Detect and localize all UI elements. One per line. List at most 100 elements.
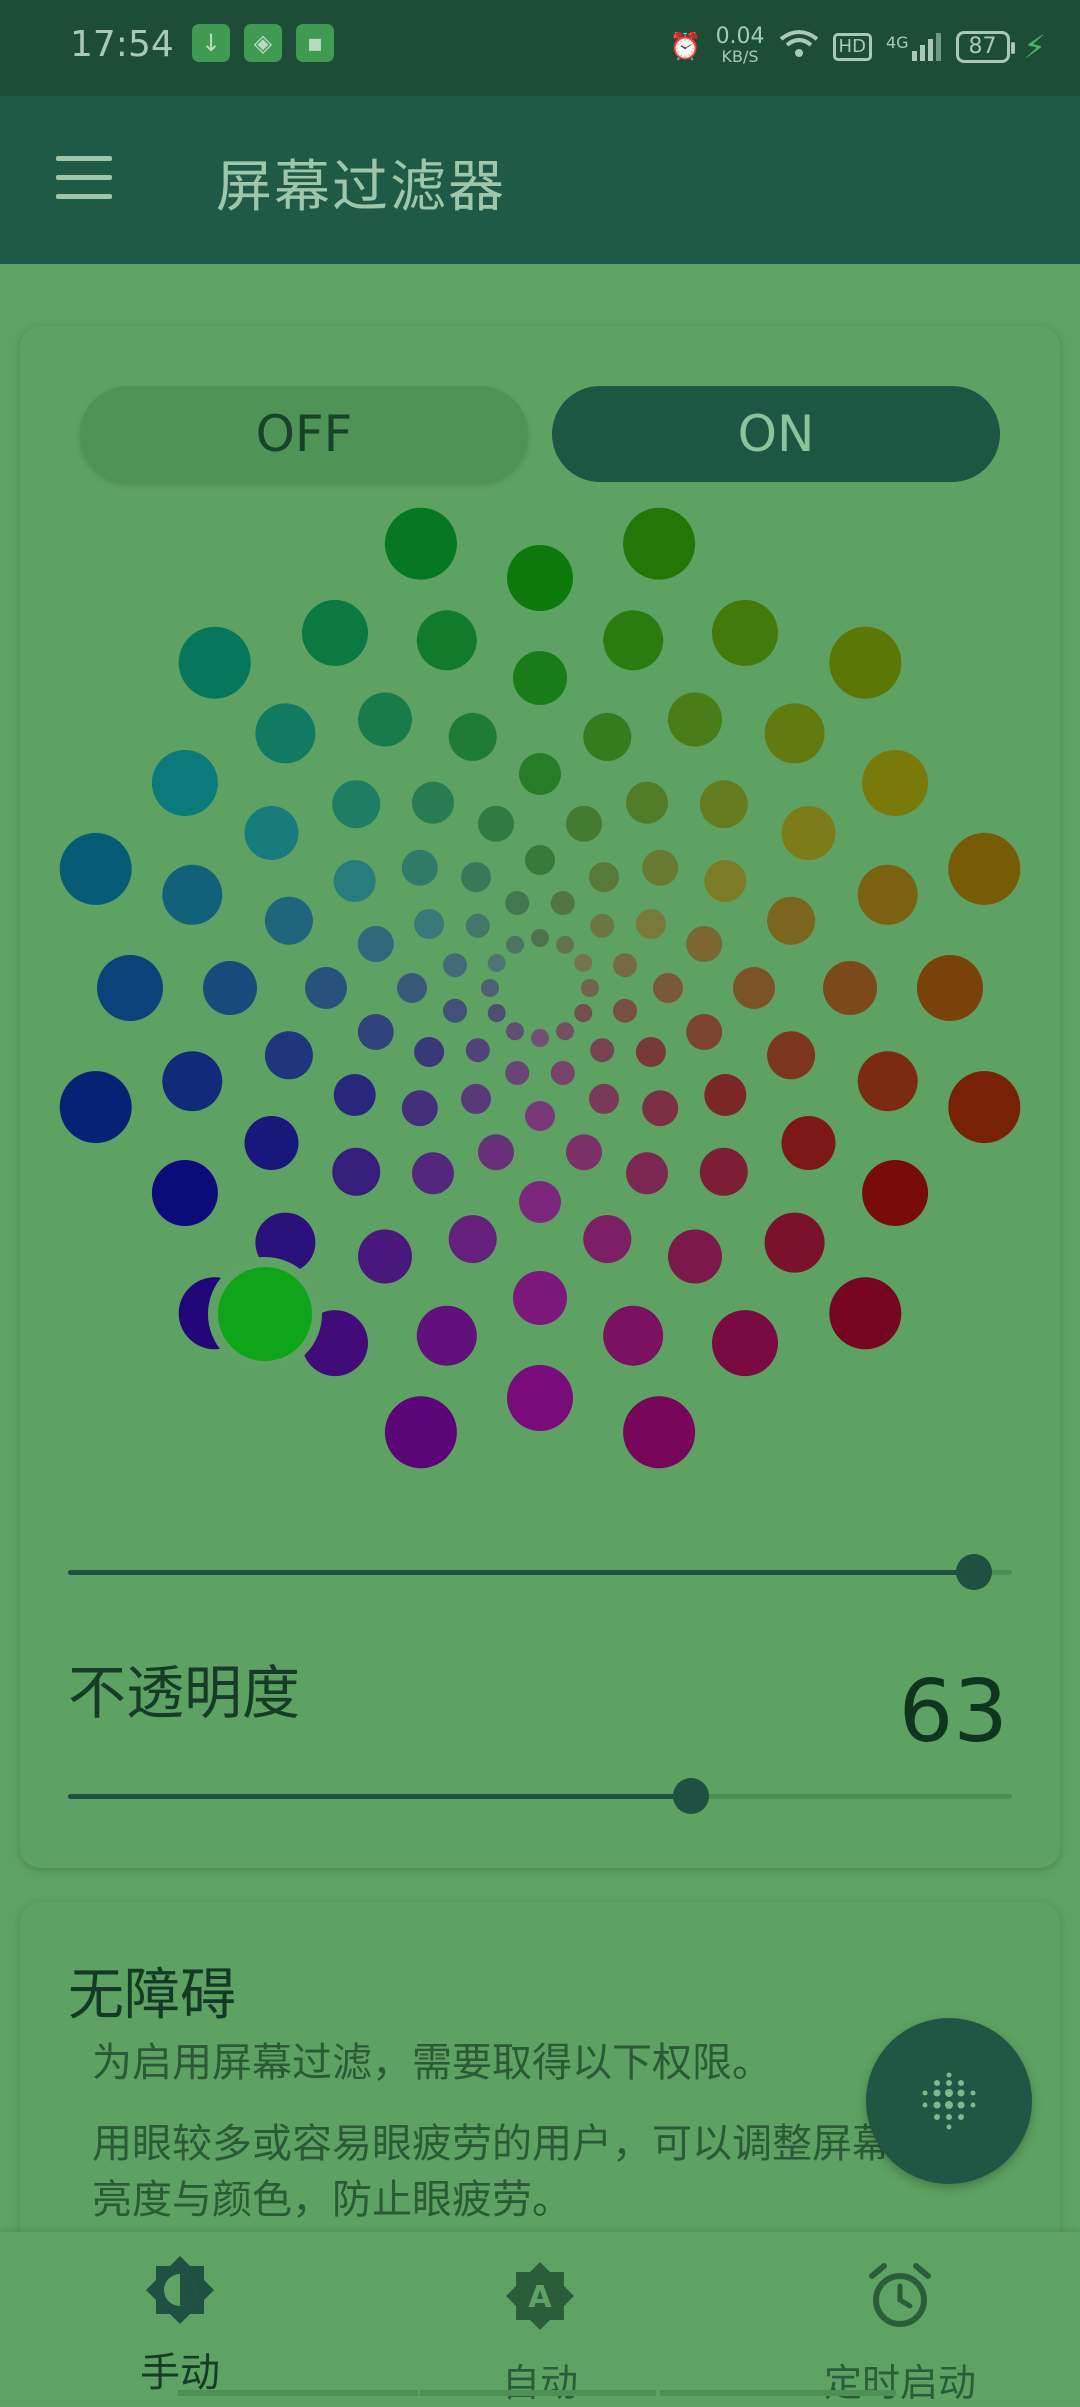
color-swatch[interactable] — [626, 1152, 668, 1195]
color-swatch[interactable] — [613, 998, 637, 1023]
color-swatch[interactable] — [333, 1074, 376, 1116]
color-swatch[interactable] — [332, 1147, 381, 1196]
selected-color-swatch[interactable] — [208, 1257, 322, 1371]
color-swatch[interactable] — [603, 610, 664, 671]
color-swatch[interactable] — [478, 1134, 514, 1171]
color-swatch[interactable] — [357, 1014, 394, 1050]
color-swatch[interactable] — [461, 1083, 491, 1114]
color-swatch[interactable] — [642, 849, 679, 886]
color-swatch[interactable] — [733, 967, 775, 1009]
color-swatch[interactable] — [764, 703, 825, 764]
color-swatch[interactable] — [513, 1271, 567, 1325]
nav-scheduled[interactable]: 定时启动 — [720, 2232, 1080, 2405]
color-swatch[interactable] — [333, 860, 376, 902]
color-wheel[interactable] — [20, 486, 1060, 1496]
color-swatch[interactable] — [566, 805, 602, 842]
color-swatch[interactable] — [384, 507, 457, 580]
color-swatch[interactable] — [302, 599, 368, 666]
color-swatch[interactable] — [203, 961, 257, 1015]
color-swatch[interactable] — [862, 1160, 929, 1226]
color-swatch[interactable] — [613, 953, 637, 978]
color-swatch[interactable] — [506, 935, 524, 954]
color-swatch[interactable] — [829, 1277, 902, 1350]
color-swatch[interactable] — [59, 1071, 132, 1144]
color-swatch[interactable] — [635, 1037, 666, 1067]
color-swatch[interactable] — [712, 1310, 778, 1377]
color-swatch[interactable] — [519, 1181, 561, 1223]
color-swatch[interactable] — [332, 780, 381, 829]
color-swatch[interactable] — [506, 1022, 524, 1041]
color-slider-thumb[interactable] — [956, 1554, 993, 1590]
color-swatch[interactable] — [384, 1396, 457, 1469]
color-swatch[interactable] — [448, 1215, 497, 1264]
color-swatch[interactable] — [781, 1116, 836, 1170]
color-swatch[interactable] — [513, 651, 567, 705]
color-swatch[interactable] — [487, 954, 506, 972]
color-swatch[interactable] — [948, 1071, 1021, 1144]
color-swatch[interactable] — [461, 862, 491, 893]
color-swatch[interactable] — [862, 750, 929, 816]
color-swatch[interactable] — [589, 1083, 619, 1114]
color-swatch[interactable] — [712, 599, 778, 666]
color-swatch[interactable] — [416, 610, 477, 671]
color-slider[interactable] — [68, 1552, 1012, 1592]
color-swatch[interactable] — [358, 1229, 412, 1284]
color-swatch[interactable] — [478, 805, 514, 842]
color-swatch[interactable] — [97, 955, 163, 1021]
color-swatch[interactable] — [244, 806, 299, 860]
color-swatch[interactable] — [590, 913, 615, 938]
color-swatch[interactable] — [525, 845, 555, 875]
color-swatch[interactable] — [448, 712, 497, 761]
color-swatch[interactable] — [525, 1101, 555, 1131]
color-swatch[interactable] — [255, 703, 316, 764]
on-button[interactable]: ON — [552, 386, 1000, 482]
color-swatch[interactable] — [507, 1365, 573, 1431]
color-swatch[interactable] — [550, 891, 575, 915]
color-swatch[interactable] — [556, 1022, 574, 1041]
color-swatch[interactable] — [556, 935, 574, 954]
color-swatch[interactable] — [397, 973, 427, 1003]
color-swatch[interactable] — [626, 781, 668, 824]
color-swatch[interactable] — [574, 954, 593, 972]
nav-manual[interactable]: 手动 — [0, 2232, 360, 2400]
color-swatch[interactable] — [531, 929, 549, 947]
color-swatch[interactable] — [623, 507, 696, 580]
filter-fab-button[interactable] — [866, 2018, 1032, 2184]
opacity-slider-thumb[interactable] — [673, 1778, 710, 1814]
color-swatch[interactable] — [244, 1116, 299, 1170]
color-swatch[interactable] — [507, 545, 573, 611]
color-swatch[interactable] — [481, 979, 499, 997]
color-swatch[interactable] — [686, 926, 723, 962]
color-swatch[interactable] — [635, 909, 666, 939]
color-swatch[interactable] — [151, 750, 218, 816]
color-swatch[interactable] — [465, 913, 490, 938]
color-swatch[interactable] — [574, 1004, 593, 1022]
color-swatch[interactable] — [305, 967, 347, 1009]
color-swatch[interactable] — [767, 1031, 816, 1080]
color-swatch[interactable] — [668, 692, 722, 747]
color-swatch[interactable] — [443, 998, 467, 1023]
color-swatch[interactable] — [781, 806, 836, 860]
color-swatch[interactable] — [550, 1061, 575, 1085]
color-swatch[interactable] — [566, 1134, 602, 1171]
menu-button[interactable] — [56, 156, 112, 200]
color-swatch[interactable] — [623, 1396, 696, 1469]
color-swatch[interactable] — [590, 1038, 615, 1063]
color-swatch[interactable] — [531, 1029, 549, 1047]
color-swatch[interactable] — [151, 1160, 218, 1226]
nav-auto[interactable]: A 自动 — [360, 2232, 720, 2405]
color-swatch[interactable] — [767, 896, 816, 945]
color-swatch[interactable] — [764, 1212, 825, 1273]
color-swatch[interactable] — [829, 626, 902, 699]
color-swatch[interactable] — [519, 753, 561, 795]
color-swatch[interactable] — [686, 1014, 723, 1050]
color-swatch[interactable] — [414, 909, 445, 939]
color-swatch[interactable] — [699, 780, 748, 829]
color-swatch[interactable] — [264, 896, 313, 945]
color-swatch[interactable] — [668, 1229, 722, 1284]
color-swatch[interactable] — [465, 1038, 490, 1063]
color-swatch[interactable] — [264, 1031, 313, 1080]
color-swatch[interactable] — [414, 1037, 445, 1067]
color-swatch[interactable] — [357, 926, 394, 962]
color-swatch[interactable] — [704, 1074, 747, 1116]
